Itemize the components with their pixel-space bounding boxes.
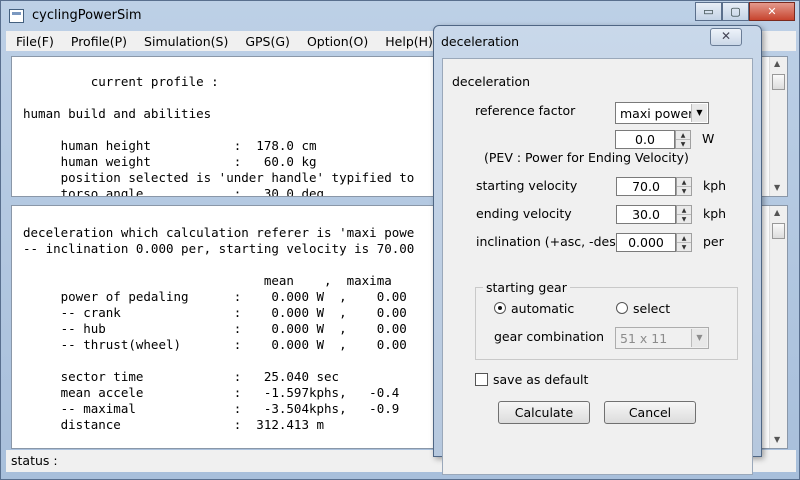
pev-spinner[interactable]: 0.0 ▲ ▼	[615, 130, 692, 149]
menu-option[interactable]: Option(O)	[297, 34, 375, 49]
text-line: distance : 312.413 m	[23, 417, 325, 432]
ending-velocity-unit: kph	[703, 206, 727, 221]
inclination-spinner[interactable]: 0.000 ▲ ▼	[616, 233, 693, 252]
text-line: -- inclination 0.000 per, starting veloc…	[23, 241, 415, 256]
starting-velocity-unit: kph	[703, 178, 727, 193]
text-line: human build and abilities	[23, 106, 212, 121]
status-label: status :	[11, 453, 58, 468]
spin-down-icon[interactable]: ▼	[677, 215, 691, 224]
window-controls: ▭ ▢ ✕	[695, 2, 795, 22]
select-label[interactable]: select	[633, 301, 670, 316]
starting-gear-group	[475, 287, 738, 360]
starting-gear-label: starting gear	[483, 280, 570, 295]
scroll-up-icon[interactable]: ▲	[774, 59, 780, 68]
text-line: torso angle : 30.0 deg	[23, 186, 325, 197]
cancel-button[interactable]: Cancel	[604, 401, 696, 424]
text-line: human weight : 60.0 kg	[23, 154, 317, 169]
inclination-unit: per	[703, 234, 724, 249]
pev-note: (PEV : Power for Ending Velocity)	[484, 150, 689, 165]
section-label: deceleration	[452, 74, 531, 89]
spin-up-icon[interactable]: ▲	[677, 206, 691, 215]
scroll-up-icon[interactable]: ▲	[774, 208, 780, 217]
chevron-down-icon[interactable]: ▼	[691, 104, 707, 122]
inclination-input[interactable]: 0.000	[616, 233, 676, 252]
vertical-scrollbar[interactable]: ▲ ▼	[769, 57, 787, 196]
scroll-thumb[interactable]	[772, 74, 785, 90]
dialog-close-button[interactable]: ✕	[710, 28, 742, 46]
text-line: deceleration which calculation referer i…	[23, 225, 415, 240]
text-line: -- maximal : -3.504kphs, -0.9	[23, 401, 400, 416]
reference-factor-label: reference factor	[475, 103, 576, 118]
starting-velocity-label: starting velocity	[476, 178, 578, 193]
window-title: cyclingPowerSim	[32, 8, 142, 23]
menu-help[interactable]: Help(H)	[375, 34, 440, 49]
gear-combination-label: gear combination	[494, 329, 605, 344]
text-line: -- thrust(wheel) : 0.000 W , 0.00	[23, 337, 407, 352]
spin-up-icon[interactable]: ▲	[677, 178, 691, 187]
save-default-checkbox[interactable]	[475, 373, 488, 386]
select-radio[interactable]	[616, 302, 628, 314]
menu-gps[interactable]: GPS(G)	[235, 34, 297, 49]
gear-combination-value: 51 x 11	[620, 331, 668, 346]
menu-profile[interactable]: Profile(P)	[61, 34, 134, 49]
pev-input[interactable]: 0.0	[615, 130, 675, 149]
automatic-label[interactable]: automatic	[511, 301, 574, 316]
text-line: power of pedaling : 0.000 W , 0.00	[23, 289, 407, 304]
text-line: mean accele : -1.597kphs, -0.4	[23, 385, 400, 400]
gear-combination-select[interactable]: 51 x 11 ▼	[615, 327, 709, 349]
chevron-down-icon[interactable]: ▼	[691, 329, 707, 347]
vertical-scrollbar[interactable]: ▲ ▼	[769, 206, 787, 448]
dialog-title: deceleration	[441, 34, 520, 49]
reference-factor-select[interactable]: maxi power ▼	[615, 102, 709, 124]
save-default-label[interactable]: save as default	[493, 372, 588, 387]
ending-velocity-label: ending velocity	[476, 206, 572, 221]
text-line: human height : 178.0 cm	[23, 138, 317, 153]
ending-velocity-input[interactable]: 30.0	[616, 205, 676, 224]
text-line: sector time : 25.040 sec	[23, 369, 340, 384]
minimize-button[interactable]: ▭	[695, 2, 722, 21]
text-line: -- hub : 0.000 W , 0.00	[23, 321, 407, 336]
spin-down-icon[interactable]: ▼	[677, 187, 691, 196]
scroll-thumb[interactable]	[772, 223, 785, 239]
menu-file[interactable]: File(F)	[6, 34, 61, 49]
spin-up-icon[interactable]: ▲	[676, 131, 690, 140]
close-button[interactable]: ✕	[749, 2, 795, 21]
scroll-down-icon[interactable]: ▼	[774, 435, 780, 444]
text-line: mean , maxima	[23, 273, 392, 288]
scroll-down-icon[interactable]: ▼	[774, 183, 780, 192]
maximize-button[interactable]: ▢	[722, 2, 749, 21]
pev-unit: W	[702, 131, 715, 146]
app-icon	[9, 9, 24, 23]
text-line: current profile :	[23, 74, 219, 89]
spin-down-icon[interactable]: ▼	[676, 140, 690, 149]
reference-factor-value: maxi power	[620, 106, 694, 121]
spin-up-icon[interactable]: ▲	[677, 234, 691, 243]
text-line: -- crank : 0.000 W , 0.00	[23, 305, 407, 320]
starting-velocity-input[interactable]: 70.0	[616, 177, 676, 196]
automatic-radio[interactable]	[494, 302, 506, 314]
inclination-label: inclination (+asc, -des)	[476, 234, 621, 249]
ending-velocity-spinner[interactable]: 30.0 ▲ ▼	[616, 205, 693, 224]
starting-velocity-spinner[interactable]: 70.0 ▲ ▼	[616, 177, 693, 196]
spin-down-icon[interactable]: ▼	[677, 243, 691, 252]
text-line: position selected is 'under handle' typi…	[23, 170, 415, 185]
calculate-button[interactable]: Calculate	[498, 401, 590, 424]
menu-simulation[interactable]: Simulation(S)	[134, 34, 235, 49]
